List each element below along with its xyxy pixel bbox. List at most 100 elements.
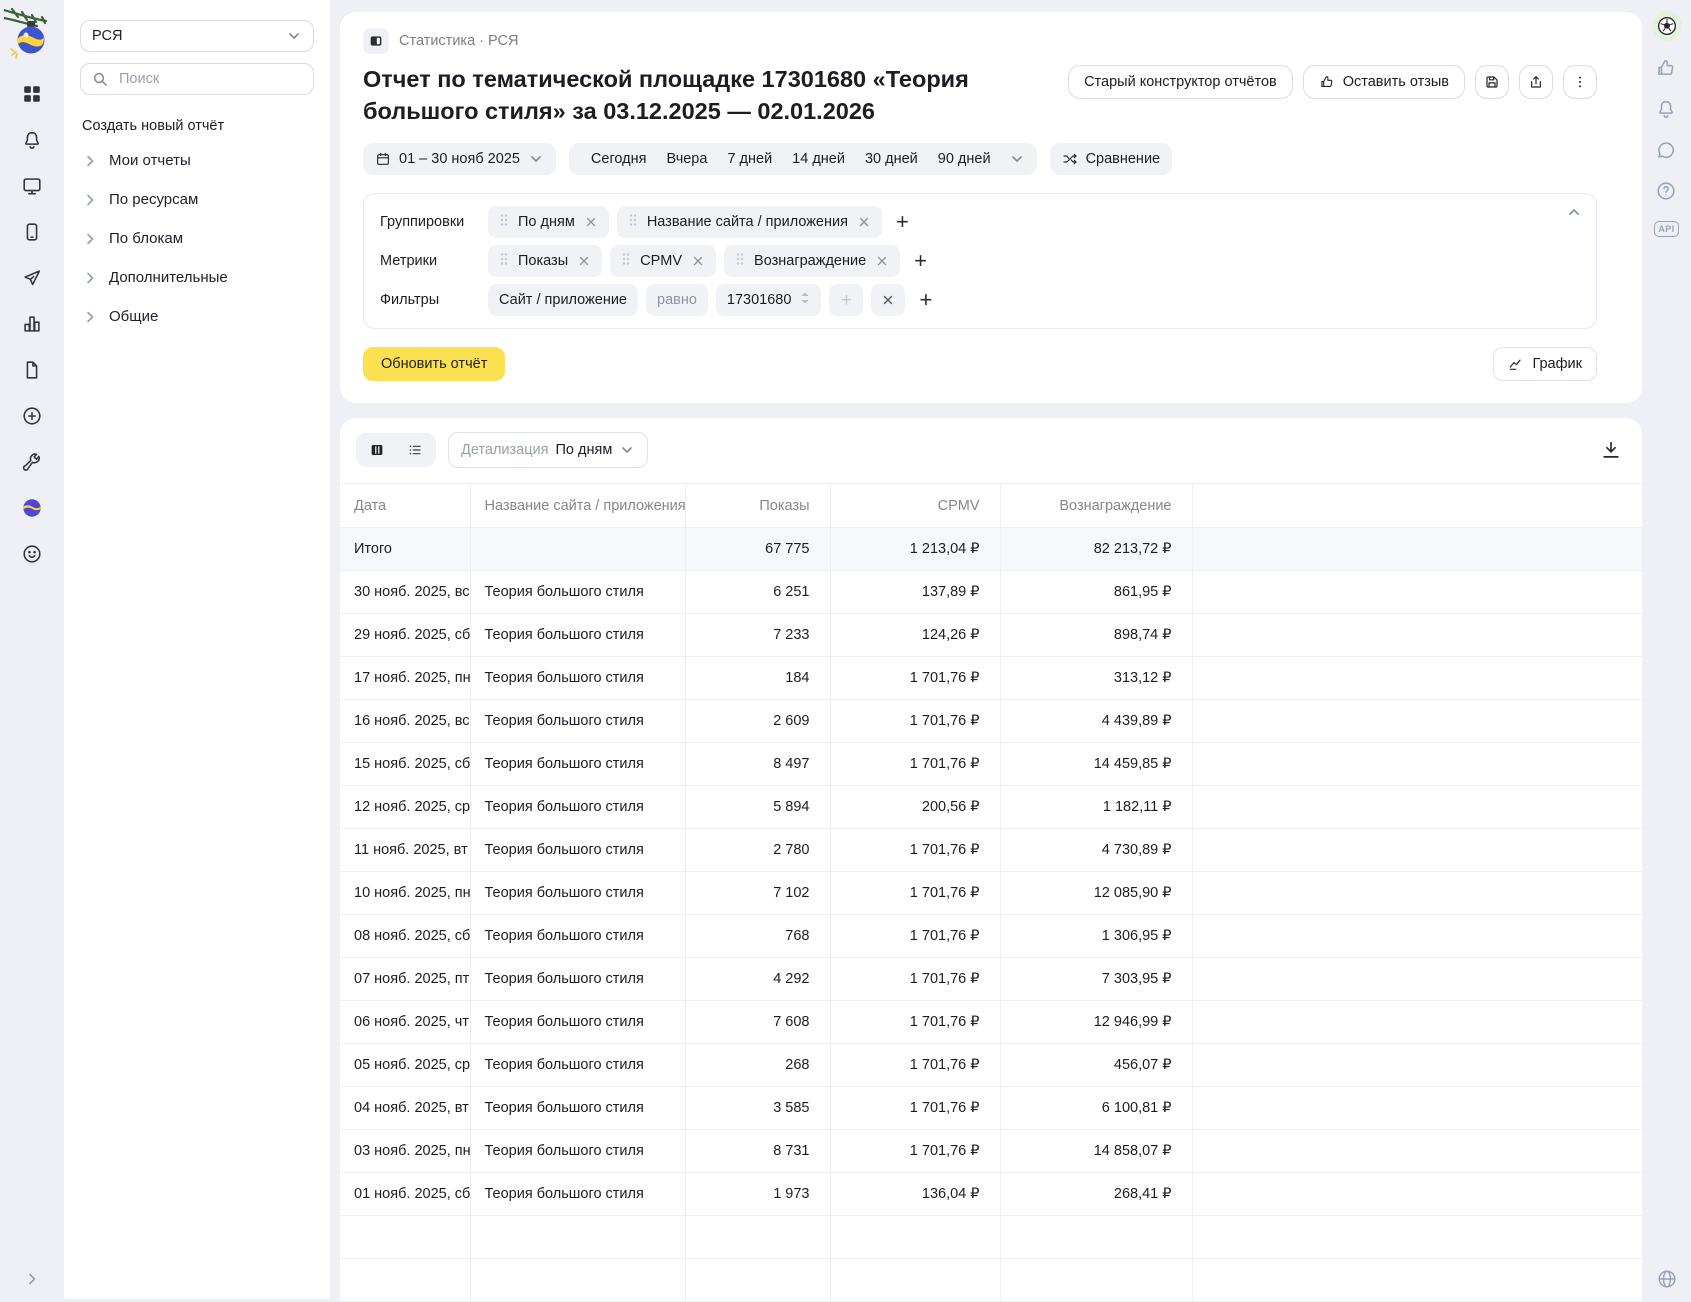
drag-handle-icon[interactable] bbox=[499, 251, 509, 271]
add-filter-value-button[interactable]: + bbox=[829, 284, 863, 316]
remove-filter-button[interactable] bbox=[871, 284, 905, 316]
detail-select[interactable]: Детализация По дням bbox=[448, 432, 648, 468]
table-view-icon[interactable] bbox=[359, 436, 395, 464]
chat-bubble-icon[interactable] bbox=[1655, 139, 1677, 161]
table-cell bbox=[1192, 1001, 1642, 1044]
filter-field-chip[interactable]: Сайт / приложение bbox=[488, 284, 638, 316]
rate-thumbs-up-icon[interactable] bbox=[1655, 57, 1677, 79]
old-report-builder-button[interactable]: Старый конструктор отчётов bbox=[1068, 65, 1293, 99]
stepper-icon[interactable] bbox=[800, 291, 810, 309]
sidebar-item[interactable]: По ресурсам bbox=[80, 180, 314, 219]
search-input[interactable] bbox=[117, 70, 302, 88]
table-cell bbox=[1192, 1259, 1642, 1302]
wrench-icon[interactable] bbox=[20, 450, 44, 474]
quick-range-option[interactable]: 90 дней bbox=[928, 151, 1001, 167]
date-range-picker[interactable]: 01 – 30 нояб 2025 bbox=[363, 143, 556, 175]
app-logo[interactable] bbox=[4, 8, 60, 66]
drag-handle-icon[interactable] bbox=[621, 251, 631, 271]
metric-chip[interactable]: Вознаграждение bbox=[724, 245, 900, 277]
send-plane-icon[interactable] bbox=[20, 266, 44, 290]
table-cell bbox=[685, 1259, 830, 1302]
sidebar: РСЯ Создать новый отчёт Мои отчетыПо рес… bbox=[64, 0, 330, 1299]
quick-range-option[interactable]: Сегодня bbox=[581, 151, 657, 167]
chip-label: По дням bbox=[518, 214, 575, 230]
smartphone-icon[interactable] bbox=[20, 220, 44, 244]
notifications-bell-icon[interactable] bbox=[20, 128, 44, 152]
filter-value-chip[interactable]: 17301680 bbox=[716, 284, 822, 316]
compare-button[interactable]: Сравнение bbox=[1050, 143, 1173, 175]
report-table-card: Детализация По дням ДатаНазвание сайта /… bbox=[340, 418, 1642, 1302]
table-cell: 136,04 ₽ bbox=[830, 1173, 1000, 1216]
remove-chip-icon[interactable] bbox=[857, 215, 871, 229]
drag-handle-icon[interactable] bbox=[499, 212, 509, 232]
help-question-icon[interactable] bbox=[1655, 180, 1677, 202]
table-cell: 7 233 bbox=[685, 614, 830, 657]
table-cell bbox=[1192, 700, 1642, 743]
list-view-icon[interactable] bbox=[397, 436, 433, 464]
date-range-value: 01 – 30 нояб 2025 bbox=[399, 151, 520, 167]
add-filter-button[interactable]: + bbox=[913, 289, 938, 311]
drag-handle-icon[interactable] bbox=[735, 251, 745, 271]
sidebar-item[interactable]: Мои отчеты bbox=[80, 141, 314, 180]
remove-chip-icon[interactable] bbox=[875, 254, 889, 268]
feedback-button[interactable]: Оставить отзыв bbox=[1303, 65, 1465, 99]
table-cell bbox=[1192, 958, 1642, 1001]
add-metric-button[interactable]: + bbox=[908, 250, 933, 272]
notifications-bell-icon[interactable] bbox=[1655, 98, 1677, 120]
metrics-label: Метрики bbox=[380, 253, 488, 269]
remove-chip-icon[interactable] bbox=[577, 254, 591, 268]
share-button[interactable] bbox=[1519, 65, 1553, 99]
quick-range-option[interactable]: 7 дней bbox=[717, 151, 782, 167]
sidebar-item[interactable]: По блокам bbox=[80, 219, 314, 258]
avatar[interactable] bbox=[1652, 11, 1682, 41]
collapse-panel-icon[interactable] bbox=[1566, 204, 1582, 220]
more-menu-button[interactable] bbox=[1563, 65, 1597, 99]
table-cell: 12 946,99 ₽ bbox=[1000, 1001, 1192, 1044]
create-report-label[interactable]: Создать новый отчёт bbox=[82, 118, 314, 134]
quick-range-option[interactable]: 30 дней bbox=[855, 151, 928, 167]
chart-button[interactable]: График bbox=[1493, 347, 1597, 381]
quick-range-option[interactable]: Вчера bbox=[657, 151, 718, 167]
table-cell bbox=[470, 1259, 685, 1302]
grouping-chip[interactable]: Название сайта / приложения bbox=[617, 206, 882, 238]
remove-chip-icon[interactable] bbox=[691, 254, 705, 268]
add-circle-icon[interactable] bbox=[20, 404, 44, 428]
metric-chip[interactable]: Показы bbox=[488, 245, 602, 277]
table-row: 04 нояб. 2025, втТеория большого стиля3 … bbox=[340, 1087, 1642, 1130]
breadcrumb[interactable]: Статистика · РСЯ bbox=[399, 33, 519, 49]
api-badge[interactable]: API bbox=[1654, 221, 1678, 237]
workspace-select[interactable]: РСЯ bbox=[80, 20, 314, 52]
search-field[interactable] bbox=[80, 63, 314, 95]
expand-sidebar-icon[interactable] bbox=[24, 1271, 40, 1287]
table-cell: 04 нояб. 2025, вт bbox=[340, 1087, 470, 1130]
yandex-pie-logo-icon[interactable] bbox=[20, 496, 44, 520]
filter-operator-chip[interactable]: равно bbox=[646, 284, 708, 316]
document-icon[interactable] bbox=[20, 358, 44, 382]
display-icon[interactable] bbox=[20, 174, 44, 198]
table-cell: 1 701,76 ₽ bbox=[830, 915, 1000, 958]
bar-chart-icon[interactable] bbox=[20, 312, 44, 336]
sidebar-item[interactable]: Общие bbox=[80, 297, 314, 336]
metric-chip[interactable]: CPMV bbox=[610, 245, 716, 277]
sidebar-toggle-icon[interactable] bbox=[363, 28, 389, 54]
drag-handle-icon[interactable] bbox=[628, 212, 638, 232]
add-grouping-button[interactable]: + bbox=[890, 211, 915, 233]
sidebar-item[interactable]: Дополнительные bbox=[80, 258, 314, 297]
globe-icon[interactable] bbox=[1656, 1268, 1678, 1290]
chevron-down-icon[interactable] bbox=[1009, 151, 1025, 167]
quick-range-option[interactable]: 14 дней bbox=[782, 151, 855, 167]
save-button[interactable] bbox=[1475, 65, 1509, 99]
table-cell bbox=[340, 1216, 470, 1259]
column-header: Показы bbox=[685, 484, 830, 528]
table-cell: Теория большого стиля bbox=[470, 1173, 685, 1216]
smiley-icon[interactable] bbox=[20, 542, 44, 566]
metrics-chips: ПоказыCPMVВознаграждение + bbox=[488, 245, 1580, 277]
chevron-down-icon bbox=[619, 442, 635, 458]
download-button[interactable] bbox=[1596, 435, 1626, 465]
remove-chip-icon[interactable] bbox=[584, 215, 598, 229]
refresh-report-button[interactable]: Обновить отчёт bbox=[363, 347, 505, 381]
grouping-chip[interactable]: По дням bbox=[488, 206, 609, 238]
detail-select-label: Детализация bbox=[461, 442, 548, 458]
sidebar-item-label: Общие bbox=[109, 308, 158, 325]
apps-grid-icon[interactable] bbox=[20, 82, 44, 106]
